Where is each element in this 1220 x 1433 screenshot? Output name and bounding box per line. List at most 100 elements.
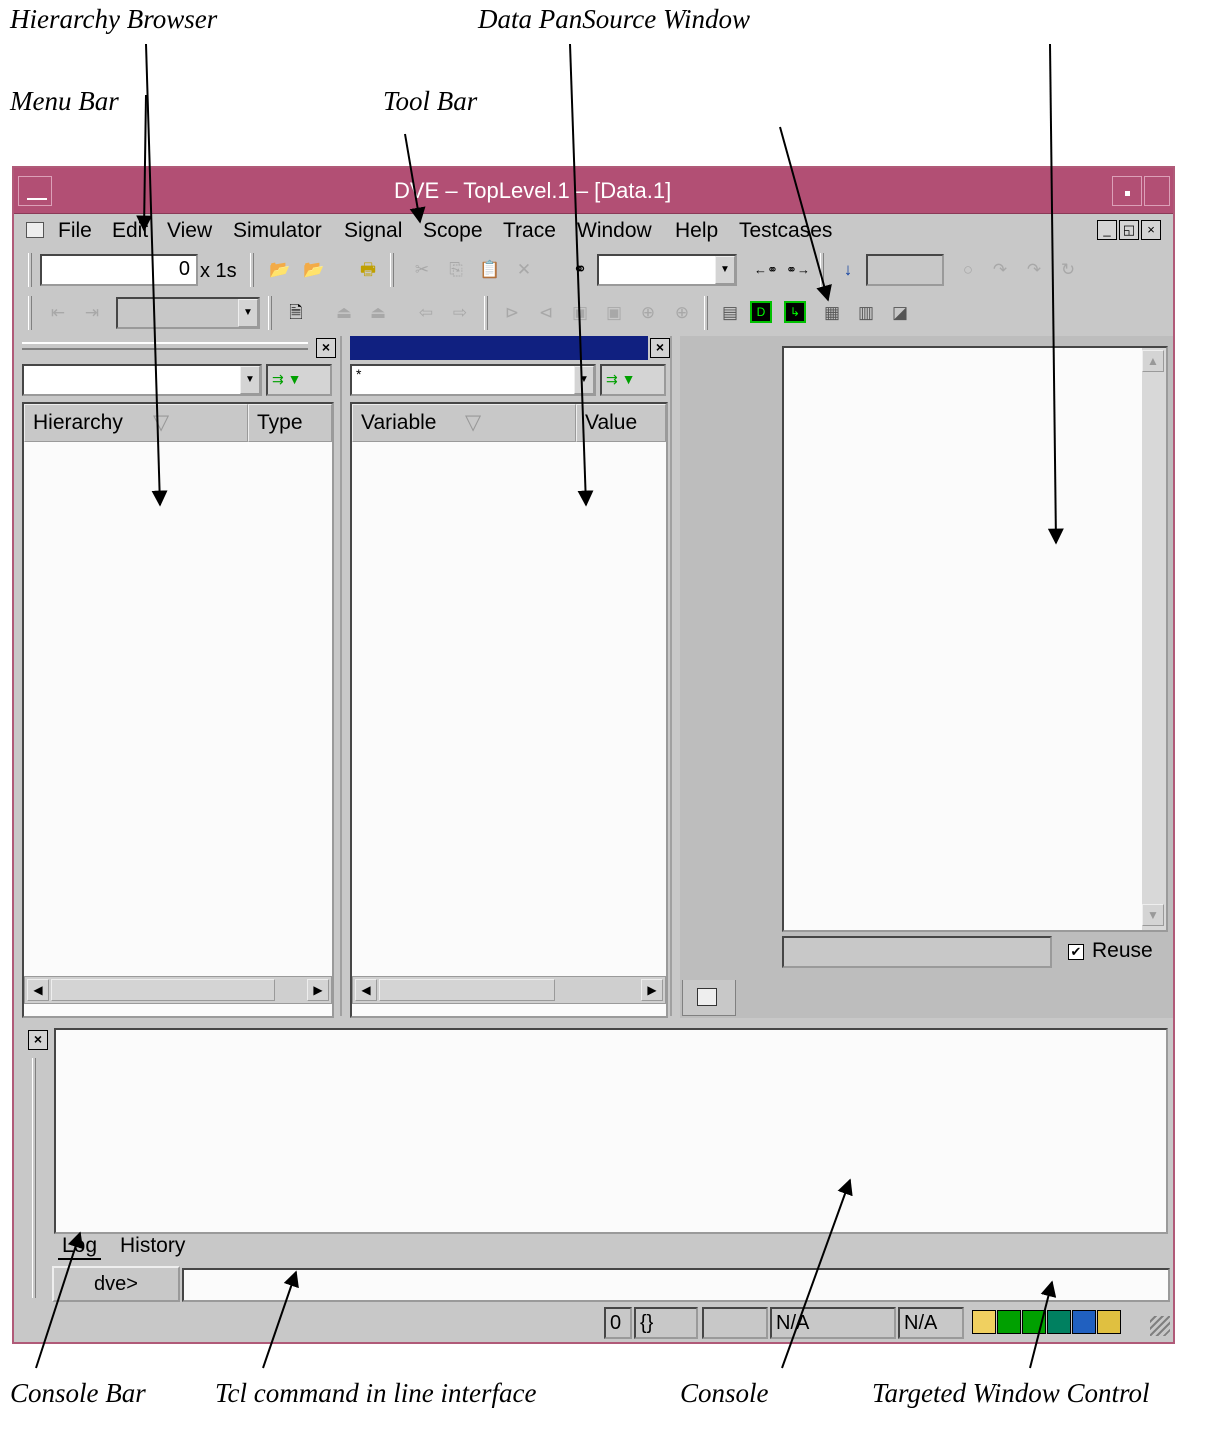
mdi-close-button[interactable]: ×	[1141, 220, 1161, 240]
hierarchy-list[interactable]: Hierarchy ▽ Type ◀ ▶	[22, 402, 334, 1018]
memory-icon[interactable]: ◪	[886, 299, 914, 327]
open-session-icon[interactable]: 📂	[300, 256, 328, 284]
menu-window[interactable]: Window	[577, 219, 652, 243]
window-menu-icon[interactable]	[26, 222, 44, 238]
restart-icon[interactable]: ↻	[1054, 256, 1082, 284]
trace-load-icon[interactable]: ⊲	[532, 299, 560, 327]
delete-icon[interactable]: ✕	[510, 256, 538, 284]
search-combo[interactable]: ▼	[597, 254, 737, 286]
document-icon[interactable]: 🗎	[282, 299, 310, 327]
source-text-area[interactable]: ▲ ▼	[782, 346, 1168, 932]
target-wave-icon[interactable]	[1047, 1310, 1071, 1334]
pane-grip[interactable]	[22, 342, 308, 350]
menu-view[interactable]: View	[167, 219, 212, 243]
menu-file[interactable]: File	[58, 219, 92, 243]
variable-list[interactable]: Variable ▽ Value ◀ ▶	[350, 402, 668, 1018]
scope-combo[interactable]: ▼	[116, 297, 260, 329]
toolbar-grip[interactable]	[28, 253, 32, 287]
step-input[interactable]	[866, 254, 944, 286]
console-grip[interactable]	[32, 1058, 36, 1298]
arrow-down-icon[interactable]: ↓	[834, 256, 862, 284]
scroll-thumb[interactable]	[379, 979, 555, 1001]
data-filter-input[interactable]: * ▼	[350, 364, 596, 396]
move-down-icon[interactable]: ⏏	[364, 299, 392, 327]
column-header-hierarchy[interactable]: Hierarchy ▽	[24, 404, 248, 442]
cut-icon[interactable]: ✂	[408, 256, 436, 284]
scroll-right-icon[interactable]: ▶	[307, 979, 329, 1001]
time-input[interactable]: 0	[40, 254, 198, 286]
column-header-value[interactable]: Value	[576, 404, 666, 442]
toolbar-grip[interactable]	[390, 253, 394, 287]
chevron-down-icon[interactable]: ▼	[238, 299, 258, 327]
move-up-icon[interactable]: ⏏	[330, 299, 358, 327]
find-next-icon[interactable]: ⚭→	[784, 256, 812, 284]
chevron-down-icon[interactable]: ▼	[715, 256, 735, 284]
chevron-down-icon[interactable]: ▼	[240, 366, 260, 394]
hierarchy-filter-input[interactable]: ▼	[22, 364, 262, 396]
menu-testcases[interactable]: Testcases	[739, 219, 832, 243]
console-output[interactable]	[54, 1028, 1168, 1234]
step-over-icon[interactable]: ↷	[1020, 256, 1048, 284]
column-header-type[interactable]: Type	[248, 404, 332, 442]
binoculars-icon[interactable]: ⚭	[566, 256, 594, 284]
menu-trace[interactable]: Trace	[503, 219, 556, 243]
back-icon[interactable]: ⇤	[44, 299, 72, 327]
schematic-icon[interactable]: D	[750, 301, 772, 323]
tab-log[interactable]: Log	[58, 1234, 102, 1260]
list-view-icon[interactable]: ▥	[852, 299, 880, 327]
print-icon[interactable]: 🖶	[354, 256, 382, 284]
scroll-left-icon[interactable]: ◀	[27, 979, 49, 1001]
mdi-minimize-button[interactable]: _	[1097, 220, 1117, 240]
horizontal-scrollbar[interactable]: ◀ ▶	[352, 976, 666, 1004]
vertical-scrollbar[interactable]: ▲ ▼	[1142, 348, 1166, 930]
target-source-icon[interactable]	[972, 1310, 996, 1334]
data-filter-type[interactable]: ⇉ ▼	[600, 364, 666, 396]
toolbar-grip[interactable]	[820, 253, 824, 287]
left-arrow-icon[interactable]: ⇦	[412, 299, 440, 327]
menu-help[interactable]: Help	[675, 219, 718, 243]
right-arrow-icon[interactable]: ⇨	[446, 299, 474, 327]
horizontal-scrollbar[interactable]: ◀ ▶	[24, 976, 332, 1004]
path-schematic-icon[interactable]: ↳	[784, 301, 806, 323]
forward-icon[interactable]: ⇥	[78, 299, 106, 327]
connect-icon[interactable]: ⊕	[634, 299, 662, 327]
menu-edit[interactable]: Edit	[112, 219, 148, 243]
target-list-icon[interactable]	[1072, 1310, 1096, 1334]
scroll-down-icon[interactable]: ▼	[1142, 904, 1164, 926]
scroll-right-icon[interactable]: ▶	[641, 979, 663, 1001]
gate-icon[interactable]: ▣	[600, 299, 628, 327]
find-previous-icon[interactable]: ←⚭	[752, 256, 780, 284]
menu-scope[interactable]: Scope	[423, 219, 483, 243]
step-into-icon[interactable]: ↷	[986, 256, 1014, 284]
scroll-up-icon[interactable]: ▲	[1142, 350, 1164, 372]
open-database-icon[interactable]: 📂	[266, 256, 294, 284]
toolbar-grip[interactable]	[268, 296, 272, 330]
tcl-command-input[interactable]	[182, 1268, 1170, 1302]
source-tab[interactable]	[682, 980, 736, 1016]
close-icon[interactable]: ×	[28, 1030, 48, 1050]
pane-title-active[interactable]	[350, 336, 648, 360]
target-schematic-icon[interactable]	[997, 1310, 1021, 1334]
column-header-variable[interactable]: Variable ▽	[352, 404, 576, 442]
breakpoint-icon[interactable]: ○	[954, 256, 982, 284]
menu-signal[interactable]: Signal	[344, 219, 402, 243]
gate-icon[interactable]: ▣	[566, 299, 594, 327]
scroll-thumb[interactable]	[51, 979, 275, 1001]
chevron-down-icon[interactable]: ▼	[574, 366, 594, 394]
minimize-button[interactable]	[1112, 176, 1142, 206]
trace-driver-icon[interactable]: ⊳	[498, 299, 526, 327]
toolbar-grip[interactable]	[484, 296, 488, 330]
maximize-button[interactable]	[1144, 176, 1170, 206]
paste-icon[interactable]: 📋	[476, 256, 504, 284]
close-icon[interactable]: ×	[316, 338, 336, 358]
toolbar-grip[interactable]	[704, 296, 708, 330]
target-path-icon[interactable]	[1022, 1310, 1046, 1334]
tab-history[interactable]: History	[116, 1234, 189, 1258]
source-window-icon[interactable]: ▤	[716, 299, 744, 327]
system-menu-button[interactable]	[18, 176, 52, 206]
waveform-icon[interactable]: ▦	[818, 299, 846, 327]
scroll-left-icon[interactable]: ◀	[355, 979, 377, 1001]
resize-grip-icon[interactable]	[1150, 1316, 1170, 1336]
toolbar-grip[interactable]	[250, 253, 254, 287]
connect-icon[interactable]: ⊕	[668, 299, 696, 327]
